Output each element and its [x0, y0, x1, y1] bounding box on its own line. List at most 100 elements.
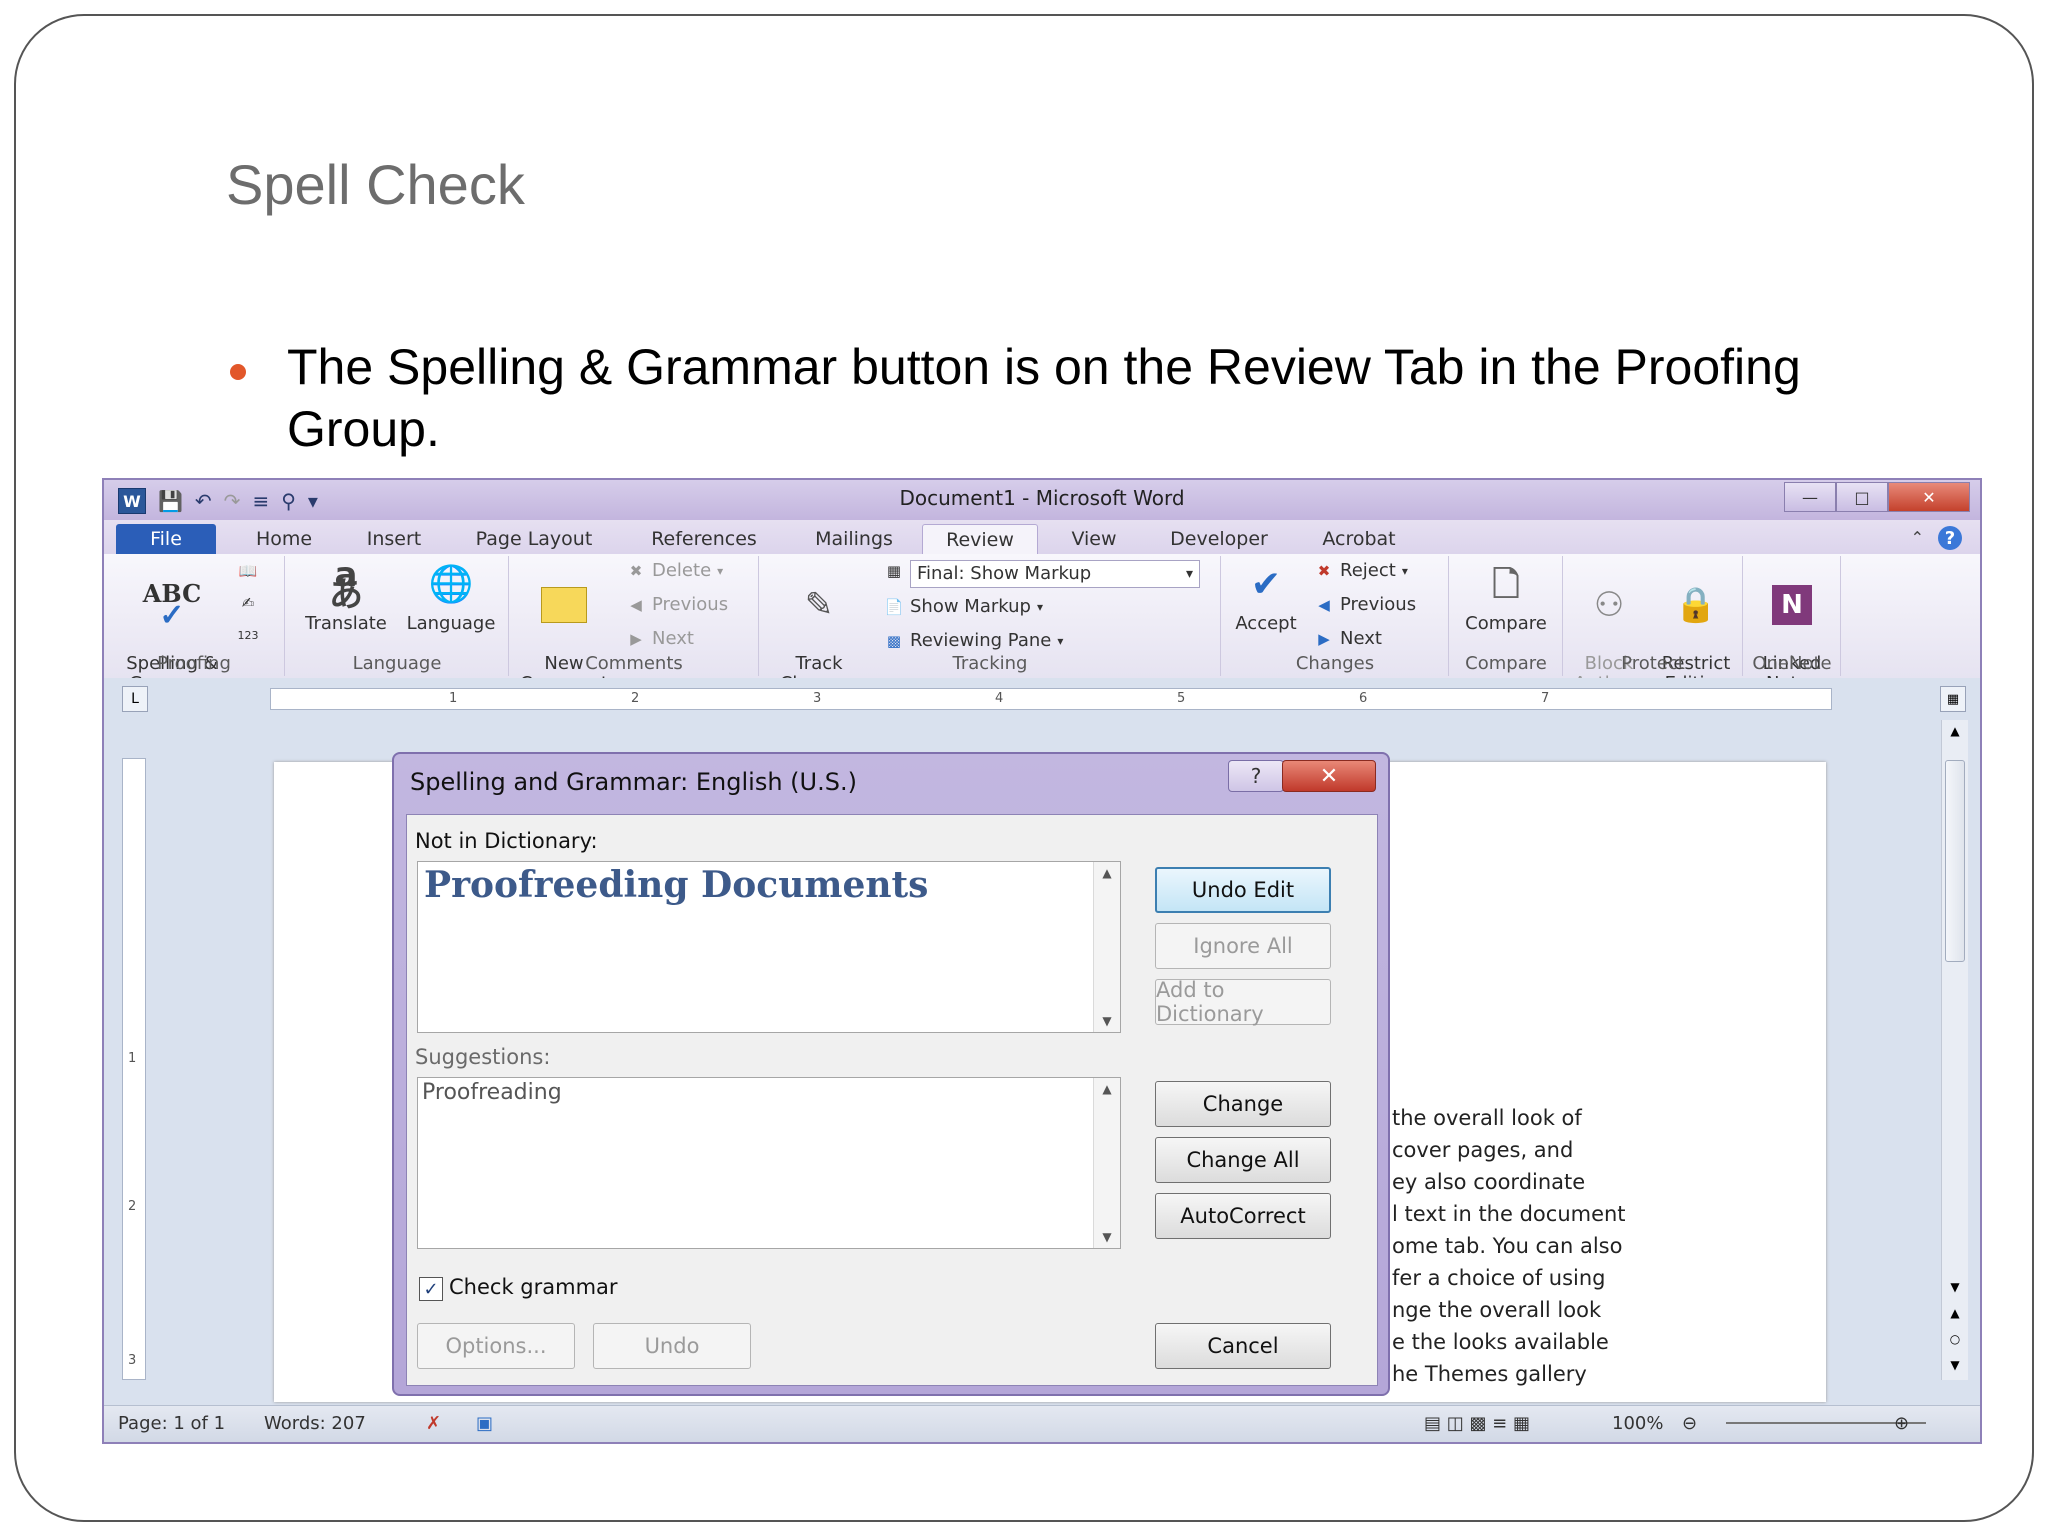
- chevron-down-icon: ▾: [1185, 566, 1193, 582]
- group-changes: ✔ Accept ✖ Reject ▾ ◀ Previous ▶ Next Change…: [1222, 556, 1449, 676]
- minimize-button[interactable]: —: [1784, 482, 1836, 512]
- change-button[interactable]: Change: [1155, 1081, 1331, 1127]
- accept-button[interactable]: ✔ Accept: [1226, 560, 1306, 634]
- scroll-down-icon[interactable]: ▼: [1094, 1230, 1120, 1244]
- document-line: nge the overall look: [1392, 1298, 1602, 1322]
- suggestion-item[interactable]: Proofreading: [422, 1080, 562, 1105]
- vertical-ruler[interactable]: 1 2 3: [122, 758, 146, 1380]
- ignore-all-button[interactable]: Ignore All: [1155, 923, 1331, 969]
- view-buttons-icon[interactable]: ▤ ◫ ▩ ≡ ▦: [1424, 1413, 1530, 1434]
- show-markup-button[interactable]: 📄 Show Markup ▾: [884, 596, 1043, 617]
- scroll-up-icon[interactable]: ▲: [1942, 724, 1968, 738]
- display-for-review-dropdown[interactable]: Final: Show Markup ▾: [910, 560, 1200, 588]
- tab-selector[interactable]: L: [122, 686, 148, 712]
- undo-edit-button[interactable]: Undo Edit: [1155, 867, 1331, 913]
- group-label-language: Language: [352, 653, 442, 674]
- bullet-text: The Spelling & Grammar button is on the …: [287, 339, 1801, 457]
- suggestions-scrollbar[interactable]: ▲ ▼: [1093, 1078, 1120, 1248]
- next-change-button[interactable]: ▶ Next: [1314, 628, 1382, 649]
- previous-comment-icon: ◀: [630, 595, 642, 614]
- delete-comment-button[interactable]: ✖ Delete ▾: [626, 560, 723, 581]
- group-label-comments: Comments: [585, 653, 683, 674]
- options-button[interactable]: Options...: [417, 1323, 575, 1369]
- translate-label: Translate: [305, 613, 387, 634]
- autocorrect-button[interactable]: AutoCorrect: [1155, 1193, 1331, 1239]
- add-to-dictionary-button[interactable]: Add to Dictionary: [1155, 978, 1331, 1026]
- proofing-status-icon[interactable]: ✗: [426, 1413, 441, 1434]
- maximize-button[interactable]: □: [1836, 482, 1888, 512]
- delete-icon: ✖: [629, 561, 643, 580]
- document-line: fer a choice of using: [1392, 1266, 1606, 1290]
- reject-button[interactable]: ✖ Reject ▾: [1314, 560, 1408, 581]
- tab-acrobat[interactable]: Acrobat: [1304, 524, 1414, 554]
- spelling-dialog: Spelling and Grammar: English (U.S.) ? ✕…: [392, 752, 1390, 1396]
- next-comment-icon: ▶: [630, 629, 642, 648]
- previous-change-button[interactable]: ◀ Previous: [1314, 594, 1416, 615]
- ribbon: ABC✓ Spelling & Grammar 📖 ✍ 123 Proofing…: [104, 554, 1980, 694]
- horizontal-ruler[interactable]: 1 2 3 4 5 6 7: [270, 688, 1832, 710]
- group-proofing: ABC✓ Spelling & Grammar 📖 ✍ 123 Proofing: [104, 556, 285, 694]
- undo-button[interactable]: Undo: [593, 1323, 751, 1369]
- change-all-button[interactable]: Change All: [1155, 1137, 1331, 1183]
- zoom-out-icon[interactable]: ⊖: [1682, 1413, 1697, 1434]
- next-page-icon[interactable]: ▼: [1942, 1358, 1968, 1372]
- not-in-dictionary-scrollbar[interactable]: ▲ ▼: [1093, 862, 1120, 1032]
- vruler-tick: 2: [128, 1199, 137, 1214]
- cancel-button[interactable]: Cancel: [1155, 1323, 1331, 1369]
- research-icon[interactable]: 📖: [238, 562, 258, 580]
- minimize-ribbon-icon[interactable]: ⌃: [1911, 528, 1924, 547]
- view-ruler-icon[interactable]: ▦: [1940, 686, 1966, 712]
- tab-view[interactable]: View: [1054, 524, 1134, 554]
- tab-home[interactable]: Home: [234, 524, 334, 554]
- scroll-up-icon[interactable]: ▲: [1094, 866, 1120, 880]
- tab-mailings[interactable]: Mailings: [794, 524, 914, 554]
- check-grammar-checkbox[interactable]: ✓: [419, 1277, 443, 1301]
- previous-page-icon[interactable]: ▲: [1942, 1306, 1968, 1320]
- tab-review[interactable]: Review: [922, 524, 1038, 555]
- compare-button[interactable]: 🗋 Compare: [1454, 560, 1558, 634]
- previous-comment-button[interactable]: ◀ Previous: [626, 594, 728, 615]
- scroll-up-icon[interactable]: ▲: [1094, 1082, 1120, 1096]
- tab-insert[interactable]: Insert: [344, 524, 444, 554]
- translate-button[interactable]: aあ Translate: [296, 558, 396, 634]
- restrict-editing-icon: 🔒: [1674, 585, 1718, 625]
- document-text[interactable]: the overall look of cover pages, and ey …: [1392, 1102, 1626, 1390]
- dialog-help-button[interactable]: ?: [1228, 760, 1284, 792]
- zoom-level[interactable]: 100%: [1612, 1413, 1663, 1434]
- zoom-in-icon[interactable]: ⊕: [1894, 1413, 1909, 1434]
- dialog-close-button[interactable]: ✕: [1282, 760, 1376, 792]
- word-count-icon[interactable]: 123: [238, 626, 259, 644]
- status-bar: Page: 1 of 1 Words: 207 ✗ ▣ ▤ ◫ ▩ ≡ ▦ 10…: [104, 1405, 1980, 1442]
- group-label-tracking: Tracking: [952, 653, 1028, 674]
- scroll-down-icon[interactable]: ▼: [1094, 1014, 1120, 1028]
- tab-page-layout[interactable]: Page Layout: [464, 524, 604, 554]
- document-line: ey also coordinate: [1392, 1170, 1586, 1194]
- block-authors-icon: ⚇: [1593, 585, 1625, 625]
- suggestions-list[interactable]: Proofreading ▲ ▼: [417, 1077, 1121, 1249]
- language-globe-icon: 🌐: [428, 564, 474, 605]
- reviewing-pane-button[interactable]: ▩ Reviewing Pane ▾: [884, 630, 1063, 651]
- help-icon[interactable]: ?: [1938, 526, 1962, 550]
- not-in-dictionary-field[interactable]: Proofreeding Documents ▲ ▼: [417, 861, 1121, 1033]
- thesaurus-icon[interactable]: ✍: [238, 594, 258, 612]
- tab-developer[interactable]: Developer: [1154, 524, 1284, 554]
- group-label-onenote: OneNote: [1752, 653, 1832, 674]
- close-window-button[interactable]: ✕: [1888, 482, 1970, 512]
- page-count[interactable]: Page: 1 of 1: [118, 1413, 225, 1434]
- tab-file[interactable]: File: [116, 524, 216, 554]
- word-count[interactable]: Words: 207: [264, 1413, 366, 1434]
- group-compare: 🗋 Compare Compare: [1450, 556, 1563, 676]
- vruler-tick: 1: [128, 1051, 137, 1066]
- tab-references[interactable]: References: [634, 524, 774, 554]
- next-comment-button[interactable]: ▶ Next: [626, 628, 694, 649]
- check-grammar-label: Check grammar: [449, 1275, 618, 1299]
- vertical-scrollbar[interactable]: ▲ ▼ ▲ ○ ▼: [1941, 720, 1968, 1380]
- display-review-icon: ▦: [886, 562, 902, 580]
- language-button[interactable]: 🌐 Language: [398, 560, 504, 634]
- scroll-down-icon[interactable]: ▼: [1942, 1280, 1968, 1294]
- vruler-tick: 3: [128, 1353, 137, 1368]
- scroll-thumb[interactable]: [1945, 760, 1965, 962]
- browse-object-icon[interactable]: ○: [1942, 1332, 1968, 1346]
- ruler-tick: 4: [995, 691, 1004, 706]
- macro-record-icon[interactable]: ▣: [476, 1413, 493, 1434]
